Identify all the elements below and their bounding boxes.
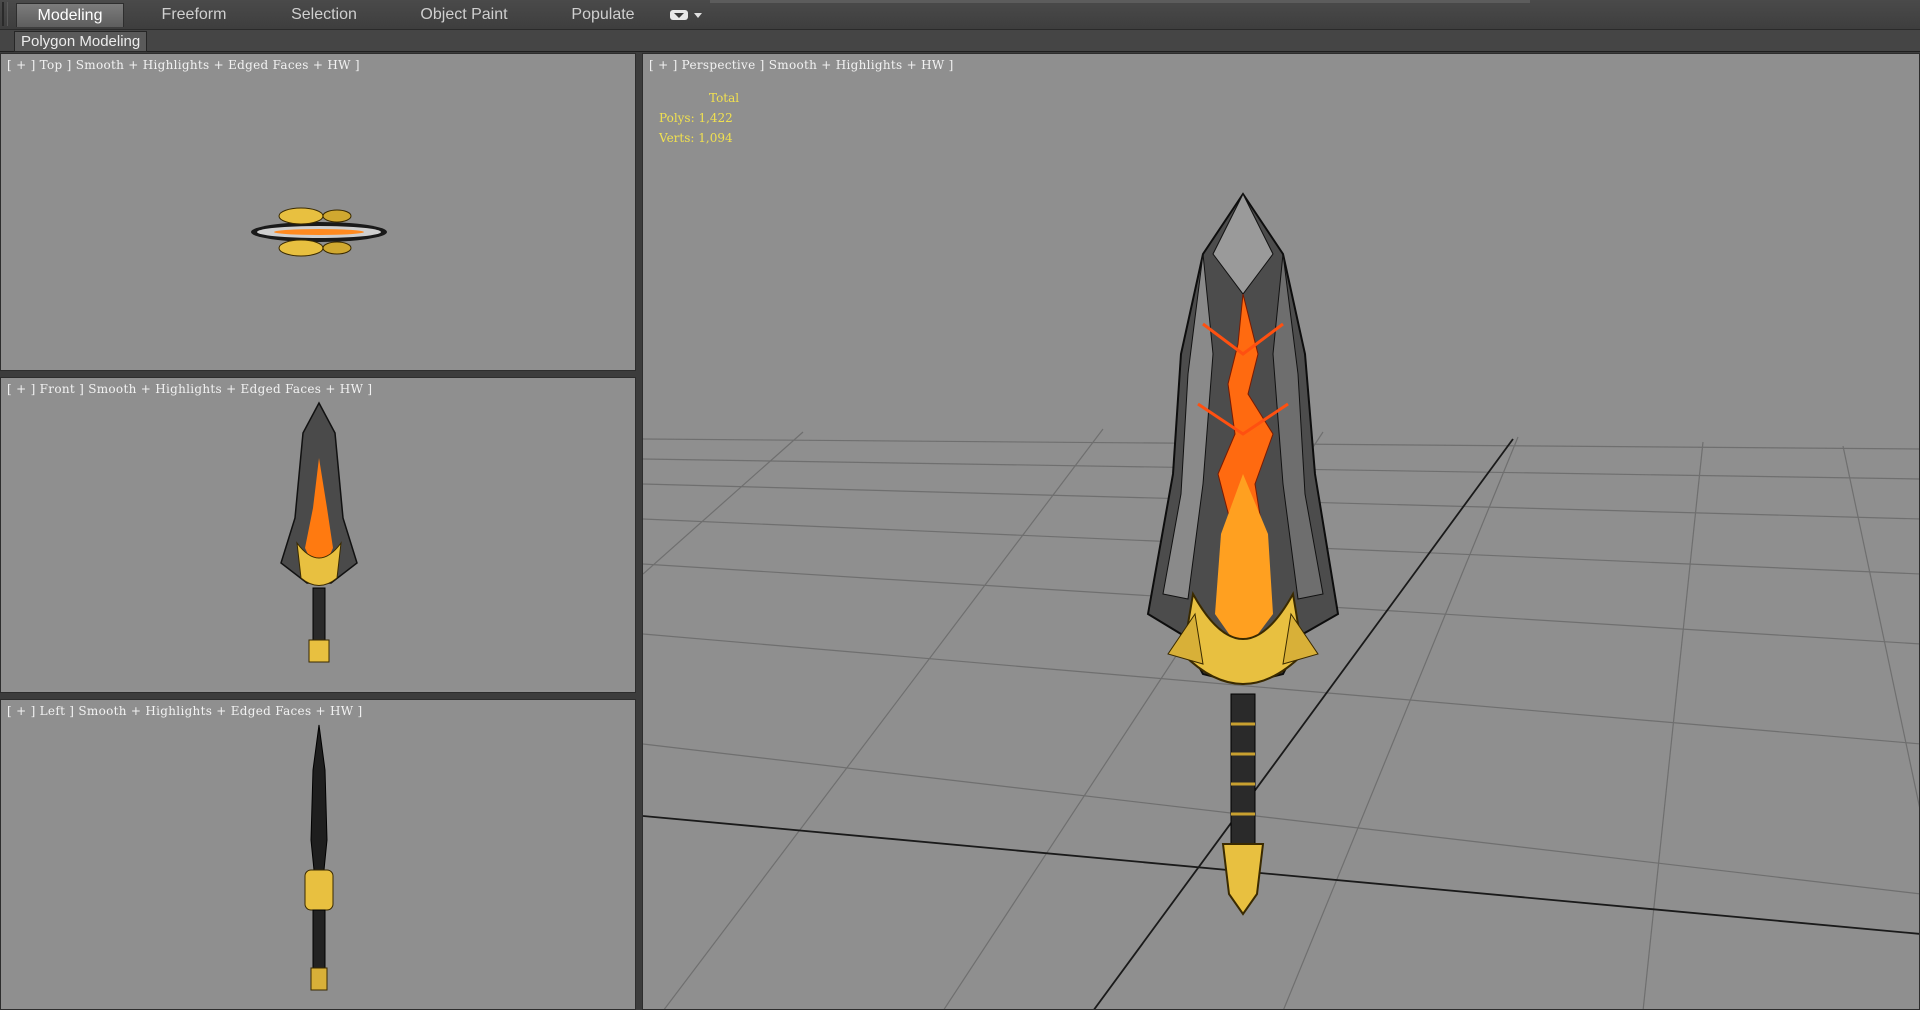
sword-left-grip: [312, 909, 326, 973]
stats-header: Total: [709, 91, 740, 105]
sword-model-perspective: [1146, 192, 1340, 916]
tab-options-icon[interactable]: [670, 8, 706, 22]
sword-model-front: [280, 401, 358, 663]
sword-top-guard-lower-right: [322, 241, 352, 255]
sword-pommel: [1221, 843, 1265, 916]
grid-axis-x: [643, 815, 1919, 935]
tab-freeform[interactable]: Freeform: [140, 3, 248, 27]
grid-line: [643, 431, 804, 575]
ribbon-grip-handle[interactable]: [2, 2, 8, 26]
tab-object-paint[interactable]: Object Paint: [404, 3, 524, 27]
sword-grip: [1230, 693, 1256, 845]
sword-model-left: [304, 724, 334, 991]
grid-line: [643, 743, 1919, 895]
polygon-modeling-button[interactable]: Polygon Modeling: [14, 31, 148, 52]
ribbon-panel-bar: Polygon Modeling: [0, 30, 1920, 52]
tab-selection[interactable]: Selection: [270, 3, 378, 27]
tab-modeling[interactable]: Modeling: [16, 3, 124, 27]
sword-top-guard-lower: [278, 239, 324, 257]
viewport-perspective-label[interactable]: [ + ] Perspective ] Smooth + Highlights …: [649, 58, 954, 72]
sword-left-guard: [304, 869, 334, 911]
tab-options-pill: [670, 10, 688, 20]
perspective-scene: [643, 192, 1919, 1009]
tab-populate[interactable]: Populate: [548, 3, 658, 27]
sword-top-guard-upper: [278, 207, 324, 225]
sword-front-grip: [312, 587, 326, 649]
viewport-left[interactable]: [ + ] Left ] Smooth + Highlights + Edged…: [0, 699, 636, 1010]
viewport-perspective[interactable]: [ + ] Perspective ] Smooth + Highlights …: [642, 53, 1920, 1010]
chevron-down-icon: [694, 13, 702, 18]
stats-polys: Polys: 1,422: [659, 111, 733, 125]
sword-top-core: [274, 229, 364, 235]
grid-line: [1642, 441, 1704, 1009]
sword-top-guard-upper-right: [322, 209, 352, 223]
viewport-front[interactable]: [ + ] Front ] Smooth + Highlights + Edge…: [0, 377, 636, 693]
ribbon-top-divider: [710, 0, 1530, 3]
sword-left-blade: [310, 724, 328, 881]
sword-model-top: [251, 207, 387, 257]
stats-verts: Verts: 1,094: [659, 131, 733, 145]
statistics-overlay: Total Polys: 1,422 Verts: 1,094: [659, 88, 739, 148]
sword-left-pommel: [310, 967, 328, 991]
ribbon-tab-bar: Modeling Freeform Selection Object Paint…: [0, 0, 1920, 30]
viewport-top[interactable]: [ + ] Top ] Smooth + Highlights + Edged …: [0, 53, 636, 371]
grid-line: [1842, 445, 1919, 808]
sword-front-pommel: [308, 639, 330, 663]
grid-line: [663, 428, 1104, 1009]
